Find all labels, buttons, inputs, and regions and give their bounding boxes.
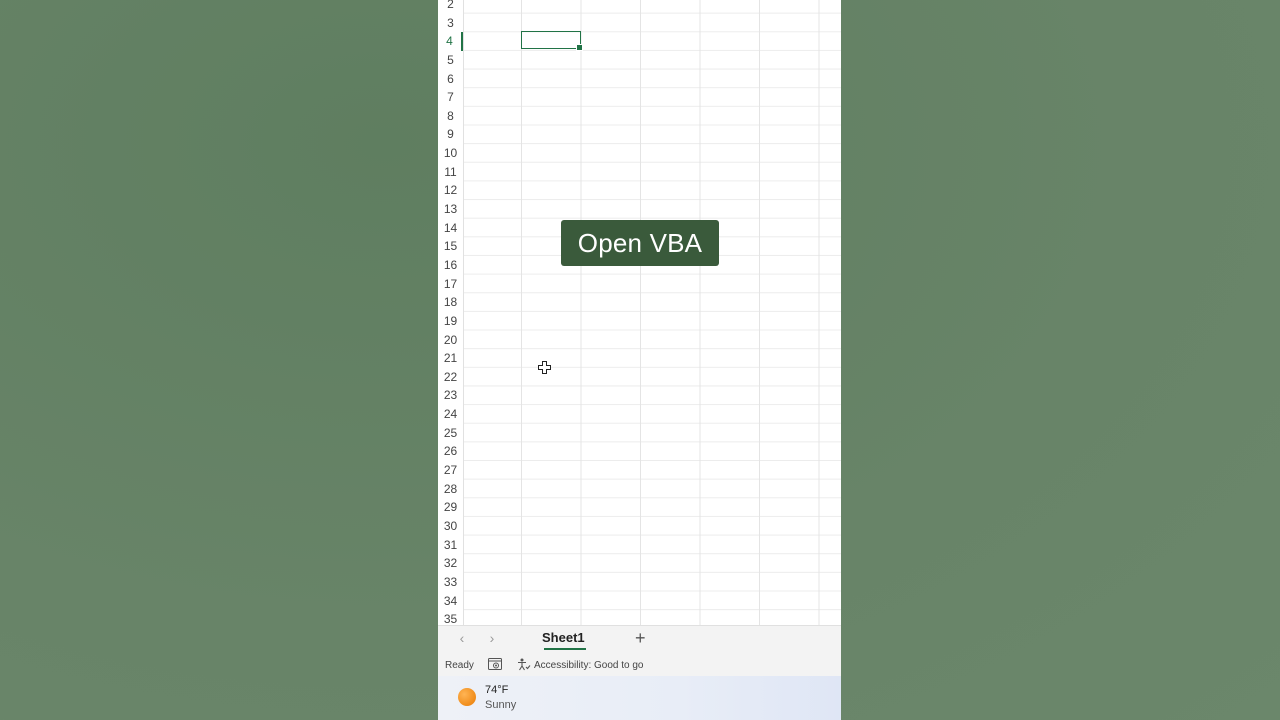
status-bar: Ready Accessibility: Good to go xyxy=(438,654,841,676)
row-header[interactable]: 2 xyxy=(438,0,463,14)
row-header[interactable]: 6 xyxy=(438,70,463,89)
row-header[interactable]: 34 xyxy=(438,592,463,611)
video-caption: Open VBA xyxy=(561,220,719,266)
row-header[interactable]: 28 xyxy=(438,480,463,499)
windows-taskbar: 74°F Sunny xyxy=(438,676,841,720)
row-header[interactable]: 20 xyxy=(438,331,463,350)
active-cell[interactable] xyxy=(521,31,583,51)
row-header[interactable]: 15 xyxy=(438,237,463,256)
row-header[interactable]: 26 xyxy=(438,442,463,461)
accessibility-status-text[interactable]: Accessibility: Good to go xyxy=(534,660,644,671)
row-header[interactable]: 16 xyxy=(438,256,463,275)
row-header[interactable]: 22 xyxy=(438,368,463,387)
row-headers: 2 3 4 5 6 7 8 9 10 11 12 13 14 15 16 17 18 19 20 21 22 23 24 25… xyxy=(438,0,464,625)
row-header[interactable]: 10 xyxy=(438,144,463,163)
row-header[interactable]: 9 xyxy=(438,125,463,144)
row-header[interactable]: 30 xyxy=(438,517,463,536)
row-header[interactable]: 24 xyxy=(438,405,463,424)
weather-condition[interactable]: Sunny xyxy=(485,699,516,711)
mouse-cursor-icon xyxy=(538,361,551,374)
row-header[interactable]: 27 xyxy=(438,461,463,480)
row-header[interactable]: 14 xyxy=(438,219,463,238)
excel-window: 2 3 4 5 6 7 8 9 10 11 12 13 14 15 16 17 18 19 20 21 22 23 24 25… xyxy=(438,0,841,720)
active-tab-indicator xyxy=(544,648,586,650)
sun-icon[interactable] xyxy=(458,688,476,706)
status-ready-text: Ready xyxy=(445,660,474,671)
row-header[interactable]: 13 xyxy=(438,200,463,219)
chevron-right-icon[interactable]: › xyxy=(484,630,500,646)
row-header[interactable]: 23 xyxy=(438,386,463,405)
row-header[interactable]: 7 xyxy=(438,88,463,107)
plus-icon[interactable]: + xyxy=(635,628,646,649)
cell-grid[interactable] xyxy=(463,0,841,625)
sheet-tab-bar: ‹ › Sheet1 + xyxy=(438,625,841,654)
row-header[interactable]: 5 xyxy=(438,51,463,70)
row-header[interactable]: 33 xyxy=(438,573,463,592)
chevron-left-icon[interactable]: ‹ xyxy=(454,630,470,646)
row-header[interactable]: 25 xyxy=(438,424,463,443)
tab-sheet1[interactable]: Sheet1 xyxy=(542,630,585,645)
row-header[interactable]: 11 xyxy=(438,163,463,182)
row-header[interactable]: 8 xyxy=(438,107,463,126)
row-header[interactable]: 12 xyxy=(438,181,463,200)
row-header[interactable]: 32 xyxy=(438,554,463,573)
row-header[interactable]: 17 xyxy=(438,275,463,294)
row-header[interactable]: 31 xyxy=(438,536,463,555)
row-header[interactable]: 19 xyxy=(438,312,463,331)
row-header[interactable]: 35 xyxy=(438,610,463,625)
accessibility-icon[interactable] xyxy=(517,658,531,671)
worksheet-grid[interactable]: 2 3 4 5 6 7 8 9 10 11 12 13 14 15 16 17 18 19 20 21 22 23 24 25… xyxy=(438,0,841,625)
row-header[interactable]: 3 xyxy=(438,14,463,33)
row-header[interactable]: 29 xyxy=(438,498,463,517)
weather-temperature[interactable]: 74°F xyxy=(485,684,508,696)
macro-recording-icon[interactable] xyxy=(488,658,502,670)
row-header[interactable]: 4 xyxy=(438,32,463,51)
row-header[interactable]: 18 xyxy=(438,293,463,312)
row-header[interactable]: 21 xyxy=(438,349,463,368)
